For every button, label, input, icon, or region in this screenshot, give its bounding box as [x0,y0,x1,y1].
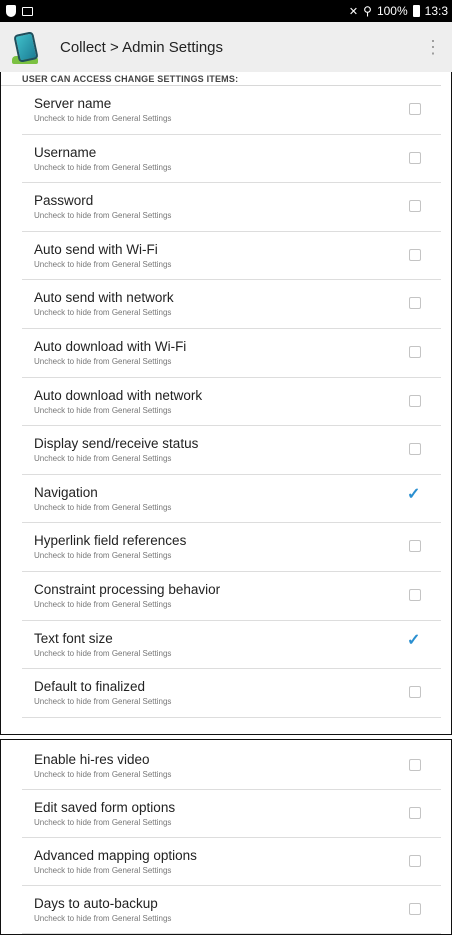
setting-checkbox[interactable]: ✓ [409,200,421,213]
setting-summary: Uncheck to hide from General Settings [34,697,172,707]
setting-checkbox[interactable]: ✓ [409,588,421,601]
setting-checkbox[interactable]: ✓ [409,103,421,115]
battery-icon [412,5,420,17]
setting-title: Hyperlink field references [34,533,187,549]
setting-title: Auto send with Wi-Fi [34,241,158,257]
setting-title: Auto download with Wi-Fi [34,338,187,354]
setting-summary: Uncheck to hide from General Settings [34,770,172,779]
setting-title: Auto send with network [34,290,174,306]
setting-item-auto-download-with-wi-fi[interactable]: Auto download with Wi-Fi Uncheck to hide … [22,329,441,378]
settings-list: Server name Uncheck to hide from General … [1,86,451,718]
collect-app-icon[interactable] [12,30,42,64]
settings-panel-top: USER CAN ACCESS CHANGE SETTINGS ITEMS: S… [0,72,452,735]
setting-summary: Uncheck to hide from General Settings [34,356,172,366]
setting-item-days-to-auto-backup[interactable]: Days to auto-backup Uncheck to hide from … [22,886,441,934]
more-vert-icon[interactable]: ⋮ [424,38,442,56]
setting-checkbox[interactable]: ✓ [409,759,421,771]
setting-checkbox[interactable]: ✓ [409,151,421,164]
setting-summary: Uncheck to hide from General Settings [34,599,172,609]
setting-item-hyperlink-field-references[interactable]: Hyperlink field references Uncheck to hid… [22,523,441,572]
status-right: ✕ ⚲ 100% 13:3 [349,4,448,18]
setting-checkbox[interactable]: ✓ [409,807,421,819]
checkmark-icon: ✓ [407,631,421,649]
setting-summary: Uncheck to hide from General Settings [34,914,172,923]
setting-title: Default to finalized [34,679,146,695]
setting-summary: Uncheck to hide from General Settings [34,259,172,269]
section-header: USER CAN ACCESS CHANGE SETTINGS ITEMS: [1,72,441,86]
status-left [6,5,33,17]
setting-summary: Uncheck to hide from General Settings [34,308,172,318]
setting-summary: Uncheck to hide from General Settings [34,502,172,512]
wifi-icon: ⚲ [363,4,372,18]
setting-item-edit-saved-form-options[interactable]: Edit saved form options Uncheck to hide f… [22,790,441,838]
setting-summary: Uncheck to hide from General Settings [34,866,172,875]
screen: ✕ ⚲ 100% 13:3 Collect > Admin Settings ⋮… [0,0,452,935]
setting-checkbox[interactable]: ✓ [409,855,421,867]
app-title: Collect > Admin Settings [60,38,224,56]
setting-checkbox[interactable]: ✓ [409,394,421,407]
setting-checkbox[interactable]: ✓ [409,903,421,915]
signal-off-icon: ✕ [348,5,359,18]
setting-item-password[interactable]: Password Uncheck to hide from General Set… [22,183,441,232]
setting-summary: Uncheck to hide from General Settings [34,114,172,123]
setting-checkbox[interactable]: ✓ [409,248,421,261]
setting-checkbox[interactable]: ✓ [409,297,421,310]
setting-item-default-to-finalized[interactable]: Default to finalized Uncheck to hide from… [22,669,441,718]
setting-checkbox[interactable]: ✓ [407,486,421,504]
setting-item-enable-hi-res-video[interactable]: Enable hi-res video Uncheck to hide from … [22,742,441,790]
setting-summary: Uncheck to hide from General Settings [34,211,172,221]
setting-title: Username [34,144,97,160]
setting-title: Constraint processing behavior [34,581,221,597]
setting-summary: Uncheck to hide from General Settings [34,648,172,658]
setting-checkbox[interactable]: ✓ [409,540,421,553]
setting-item-auto-send-with-network[interactable]: Auto send with network Uncheck to hide fr… [22,280,441,329]
setting-summary: Uncheck to hide from General Settings [34,551,172,561]
setting-title: Display send/receive status [34,436,199,452]
battery-percent: 100% [376,4,408,18]
setting-checkbox[interactable]: ✓ [409,345,421,358]
setting-title: Enable hi-res video [34,752,150,767]
setting-item-advanced-mapping-options[interactable]: Advanced mapping options Uncheck to hide … [22,838,441,886]
setting-item-auto-download-with-network[interactable]: Auto download with network Uncheck to hid… [22,378,441,427]
settings-panel-bottom: Enable hi-res video Uncheck to hide from … [0,739,452,935]
clock: 13:3 [424,4,448,18]
setting-item-server-name[interactable]: Server name Uncheck to hide from General … [22,86,441,135]
setting-title: Advanced mapping options [34,848,197,863]
checkmark-icon: ✓ [407,485,421,503]
setting-checkbox[interactable]: ✓ [409,443,421,456]
settings-list: Enable hi-res video Uncheck to hide from … [1,742,451,934]
setting-title: Password [34,193,94,209]
setting-summary: Uncheck to hide from General Settings [34,162,172,172]
app-bar: Collect > Admin Settings ⋮ [0,22,452,72]
setting-item-constraint-processing-behavior[interactable]: Constraint processing behavior Uncheck to… [22,572,441,621]
setting-title: Server name [34,96,112,111]
setting-title: Navigation [34,484,98,500]
setting-item-auto-send-with-wi-fi[interactable]: Auto send with Wi-Fi Uncheck to hide from… [22,232,441,281]
setting-summary: Uncheck to hide from General Settings [34,405,172,415]
setting-title: Text font size [34,630,113,646]
status-bar: ✕ ⚲ 100% 13:3 [0,0,452,22]
setting-summary: Uncheck to hide from General Settings [34,818,172,827]
shield-icon [6,5,16,17]
setting-checkbox[interactable]: ✓ [407,632,421,650]
setting-item-navigation[interactable]: Navigation Uncheck to hide from General S… [22,475,441,524]
setting-checkbox[interactable]: ✓ [409,686,421,699]
setting-summary: Uncheck to hide from General Settings [34,454,172,464]
image-notification-icon [22,6,33,16]
setting-item-username[interactable]: Username Uncheck to hide from General Set… [22,135,441,184]
setting-title: Days to auto-backup [34,896,158,911]
setting-item-display-send-receive-status[interactable]: Display send/receive status Uncheck to hi… [22,426,441,475]
setting-title: Auto download with network [34,387,203,403]
setting-title: Edit saved form options [34,800,176,815]
setting-item-text-font-size[interactable]: Text font size Uncheck to hide from Gener… [22,621,441,670]
